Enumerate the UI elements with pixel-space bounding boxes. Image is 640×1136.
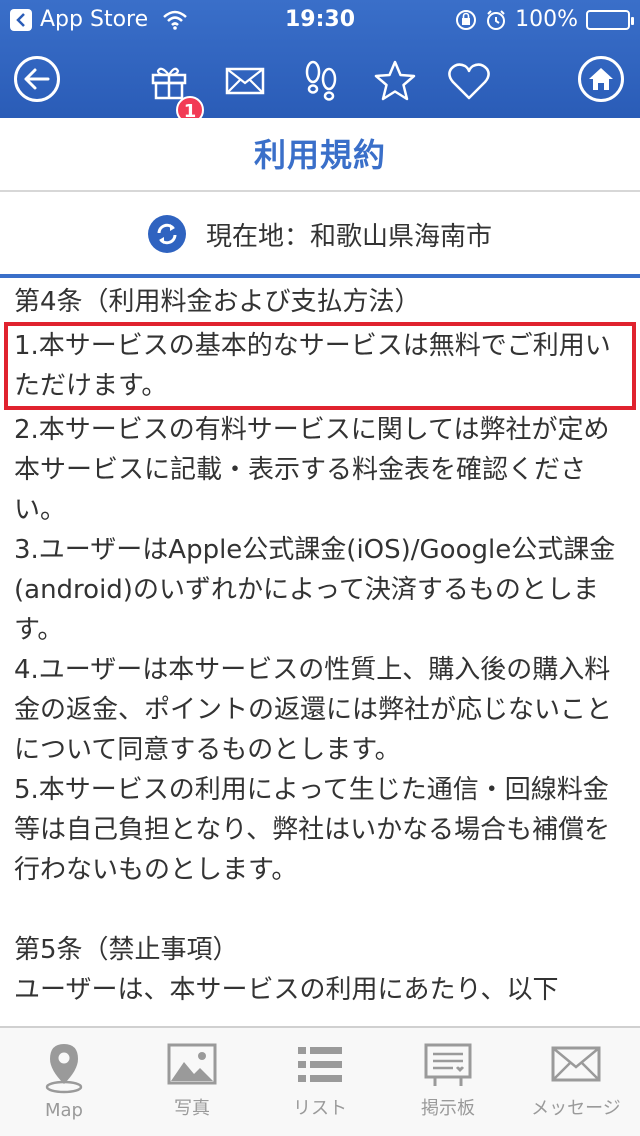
back-button[interactable] <box>14 56 60 102</box>
refresh-icon <box>157 223 177 245</box>
tab-label: リスト <box>293 1098 347 1119</box>
item-4: 4.ユーザーは本サービスの性質上、購入後の購入料金の返金、ポイントの返還には弊社… <box>14 655 613 765</box>
item-3: 3.ユーザーはApple公式課金(iOS)/Google公式課金(android… <box>14 535 616 645</box>
page-title: 利用規約 <box>253 136 386 174</box>
status-right: 100% <box>455 0 634 40</box>
battery-percent: 100% <box>515 7 578 32</box>
heart-icon <box>448 63 490 100</box>
nav-bar: 1 <box>0 44 640 124</box>
photo-icon <box>167 1043 217 1085</box>
section-5-heading: 第5条（禁止事項） <box>14 935 239 965</box>
tab-label: メッセージ <box>531 1098 621 1119</box>
tab-map[interactable]: Map <box>0 1028 128 1136</box>
tab-photos[interactable]: 写真 <box>128 1028 256 1136</box>
mail-icon <box>225 67 265 95</box>
status-bar: App Store 19:30 100% <box>0 0 640 40</box>
mail-button[interactable] <box>222 58 268 104</box>
tab-label: 写真 <box>174 1098 210 1119</box>
tab-label: 掲示板 <box>421 1098 475 1119</box>
star-icon <box>374 60 416 101</box>
app-header: App Store 19:30 100% 1 <box>0 0 640 124</box>
page-title-bar: 利用規約 <box>0 118 640 192</box>
location-bar: 現在地：和歌山県海南市 <box>0 194 640 278</box>
refresh-location-button[interactable] <box>147 215 186 253</box>
section-4-heading: 第4条（利用料金および支払方法） <box>14 287 421 317</box>
current-location-text: 現在地：和歌山県海南市 <box>205 221 492 252</box>
envelope-icon <box>551 1046 601 1082</box>
list-icon <box>298 1047 342 1082</box>
tab-bar: Map 写真 リスト 掲示板 メッセージ <box>0 1026 640 1136</box>
like-heart-button[interactable] <box>446 58 492 104</box>
gift-icon <box>151 67 187 100</box>
highlighted-item-1: 1.本サービスの基本的なサービスは無料でご利用いただけます。 <box>4 322 636 410</box>
footprints-icon <box>305 60 337 101</box>
favorite-star-button[interactable] <box>372 58 418 104</box>
alarm-icon <box>485 9 507 31</box>
home-button[interactable] <box>578 56 624 102</box>
back-arrow-icon <box>24 68 50 90</box>
section-5-text: ユーザーは、本サービスの利用にあたり、以下 <box>14 975 559 1005</box>
bulletin-board-icon <box>424 1043 472 1086</box>
battery-icon <box>586 10 634 30</box>
tab-list[interactable]: リスト <box>256 1028 384 1136</box>
tab-bulletin-board[interactable]: 掲示板 <box>384 1028 512 1136</box>
footprints-button[interactable] <box>298 58 344 104</box>
tab-label: Map <box>45 1100 83 1121</box>
orientation-lock-icon <box>455 9 477 31</box>
tab-messages[interactable]: メッセージ <box>512 1028 640 1136</box>
item-5: 5.本サービスの利用によって生じた通信・回線料金等は自己負担となり、弊社はいかな… <box>14 775 611 885</box>
item-2: 2.本サービスの有料サービスに関しては弊社が定め本サービスに記載・表示する料金表… <box>14 415 610 525</box>
map-pin-icon <box>45 1044 83 1094</box>
home-icon <box>589 68 613 90</box>
terms-content[interactable]: 第4条（利用料金および支払方法） 1.本サービスの基本的なサービスは無料でご利用… <box>0 282 640 1026</box>
